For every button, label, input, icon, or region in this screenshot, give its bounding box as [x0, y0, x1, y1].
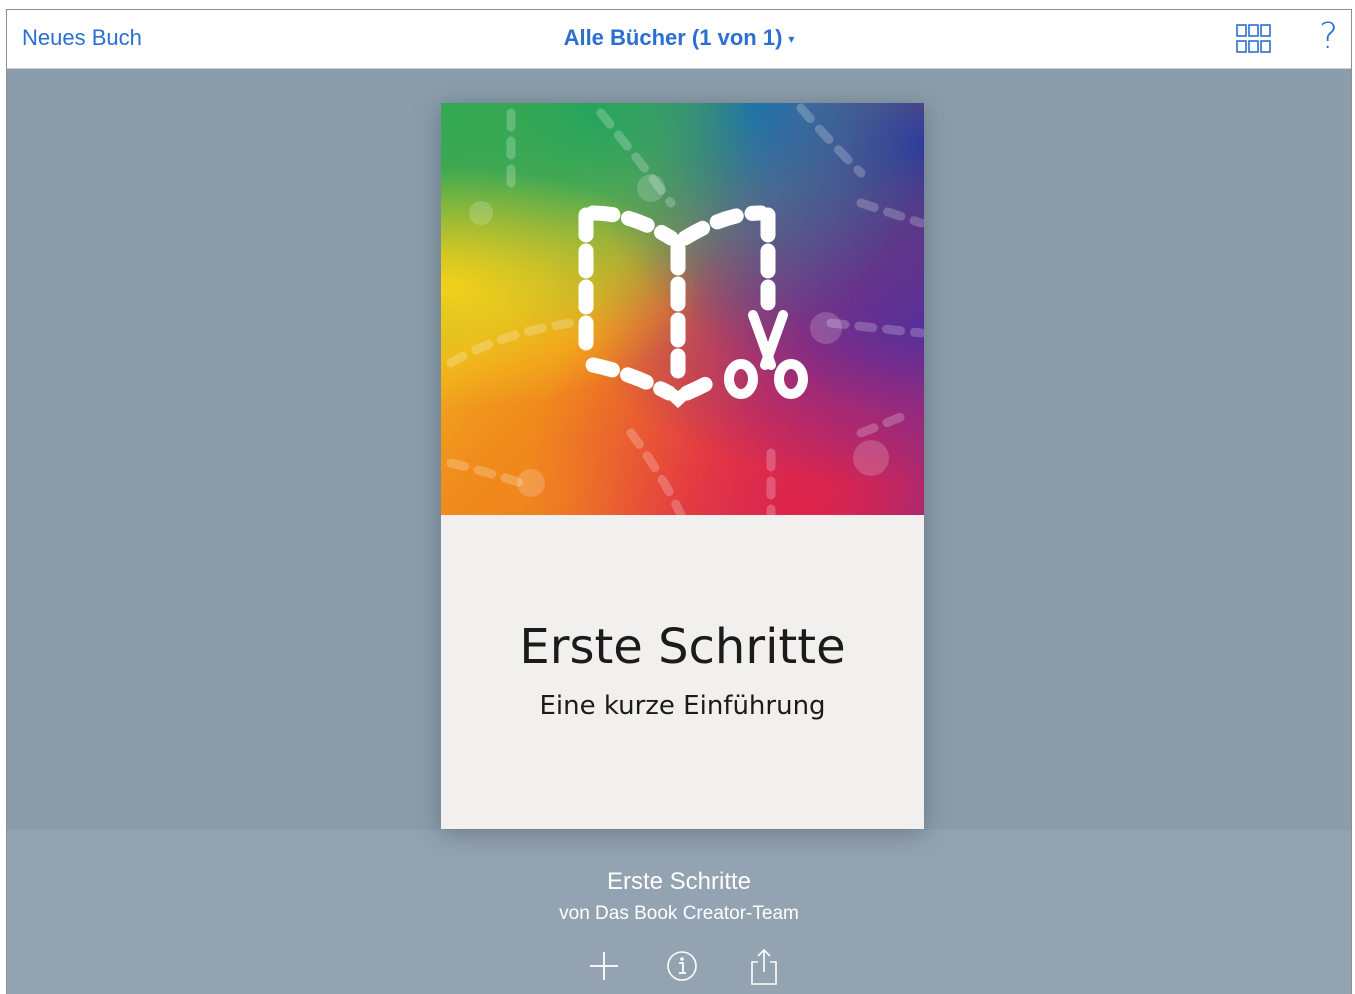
cover-title: Erste Schritte [519, 619, 846, 675]
book-title: Erste Schritte [606, 868, 752, 895]
book-cover[interactable]: Erste Schritte Eine kurze Einführung [441, 103, 924, 829]
book-author: von Das Book Creator-Team [559, 903, 799, 924]
info-icon[interactable] [664, 948, 700, 989]
bookshelf-title-dropdown[interactable]: Alle Bücher (1 von 1) ▾ [7, 25, 1351, 51]
cover-title-area: Erste Schritte Eine kurze Einführung [441, 515, 924, 829]
top-navigation-bar: Neues Buch Alle Bücher (1 von 1) ▾ ? [7, 10, 1351, 69]
cover-subtitle: Eine kurze Einführung [539, 691, 826, 721]
bookshelf-title: Alle Bücher (1 von 1) [563, 25, 783, 50]
cover-artwork [441, 103, 924, 515]
book-creator-logo-icon [446, 103, 924, 515]
share-icon[interactable] [746, 948, 782, 993]
book-actions [7, 948, 1351, 992]
add-icon[interactable] [586, 948, 622, 989]
chevron-down-icon: ▾ [788, 32, 795, 47]
grid-view-icon[interactable] [1235, 22, 1273, 56]
help-icon[interactable]: ? [1319, 16, 1338, 57]
app-window: Neues Buch Alle Bücher (1 von 1) ▾ ? Ers… [6, 9, 1352, 994]
